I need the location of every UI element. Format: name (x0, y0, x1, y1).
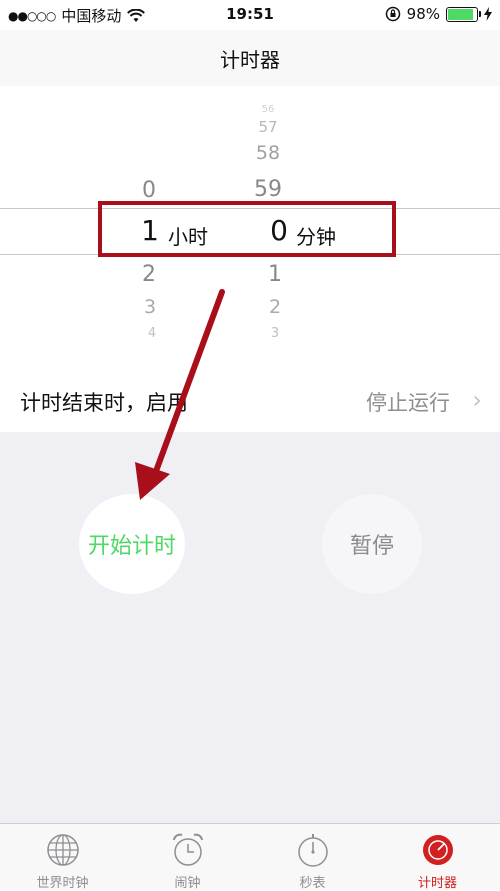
status-bar: ●●○○○ 中国移动 19:51 98% (0, 0, 500, 30)
minute-option[interactable]: 1 (268, 262, 282, 287)
navigation-bar: 计时器 (0, 30, 500, 87)
tab-alarm[interactable]: 闹钟 (125, 824, 250, 891)
minute-option[interactable]: 56 (262, 104, 275, 115)
hour-option[interactable]: 4 (148, 326, 156, 341)
tab-label: 秒表 (299, 876, 326, 891)
when-timer-ends-row[interactable]: 计时结束时，启用 停止运行 › (0, 372, 500, 433)
charging-bolt-icon (484, 7, 492, 21)
alarm-clock-icon (172, 833, 203, 866)
tab-label: 闹钟 (174, 876, 201, 891)
hour-option[interactable]: 2 (142, 262, 156, 287)
hour-option[interactable]: 3 (144, 296, 156, 318)
minute-option[interactable]: 57 (258, 118, 277, 136)
minute-option[interactable]: 58 (256, 142, 280, 164)
when-timer-ends-label: 计时结束时，启用 (20, 391, 188, 415)
battery-percent: 98% (406, 5, 440, 23)
page-title: 计时器 (220, 47, 280, 72)
timer-icon (422, 835, 453, 865)
minute-option[interactable]: 3 (271, 326, 279, 341)
minute-option[interactable]: 2 (269, 296, 281, 318)
when-timer-ends-value: 停止运行 (366, 391, 450, 415)
rotation-lock-icon (385, 6, 400, 22)
tab-world-clock[interactable]: 世界时钟 (0, 824, 125, 891)
globe-icon (46, 834, 79, 866)
tab-timer[interactable]: 计时器 (375, 824, 500, 891)
hour-option[interactable]: 0 (142, 178, 156, 203)
tab-stopwatch[interactable]: 秒表 (250, 824, 375, 891)
chevron-right-icon: › (472, 386, 482, 414)
annotation-highlight-box (98, 201, 396, 257)
pause-button[interactable]: 暂停 (322, 494, 422, 594)
tab-label: 计时器 (417, 876, 457, 891)
battery-icon (446, 6, 481, 22)
tab-bar: 世界时钟 闹钟 秒表 计时器 (0, 823, 500, 891)
stopwatch-icon (297, 834, 328, 867)
controls-area (0, 432, 500, 823)
tab-label: 世界时钟 (36, 876, 89, 891)
start-timer-button[interactable]: 开始计时 (79, 494, 185, 594)
minute-option[interactable]: 59 (254, 177, 282, 202)
